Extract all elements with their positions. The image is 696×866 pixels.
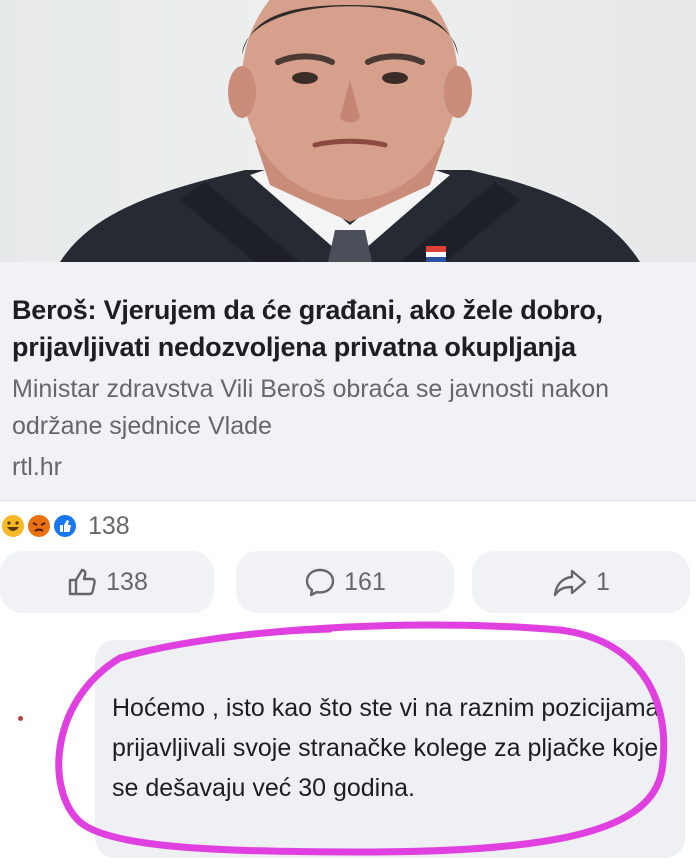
avatar-remnant <box>18 716 23 721</box>
share-icon <box>553 569 587 597</box>
reaction-count: 138 <box>88 511 130 540</box>
portrait-image <box>60 0 640 262</box>
like-count: 138 <box>106 567 148 596</box>
haha-icon <box>0 513 26 539</box>
like-button[interactable]: 138 <box>0 551 214 613</box>
like-icon <box>52 513 78 539</box>
reaction-icons <box>0 510 88 542</box>
comment-count: 161 <box>344 567 386 596</box>
share-count: 1 <box>596 567 610 596</box>
article-description: Ministar zdravstva Vili Beroš obraća se … <box>12 375 610 440</box>
comment-button[interactable]: 161 <box>236 551 454 613</box>
comment-icon <box>305 568 335 597</box>
share-button[interactable]: 1 <box>472 551 690 613</box>
angry-icon <box>26 513 52 539</box>
reactions-summary[interactable]: 138 <box>0 508 130 544</box>
article-headline[interactable]: Beroš: Vjerujem da će građani, ako žele … <box>12 292 682 366</box>
comment-text: Hoćemo , isto kao što ste vi na raznim p… <box>112 694 660 802</box>
thumbs-up-icon <box>68 568 96 596</box>
article-domain: rtl.hr <box>12 453 62 481</box>
article-photo[interactable] <box>0 0 696 262</box>
